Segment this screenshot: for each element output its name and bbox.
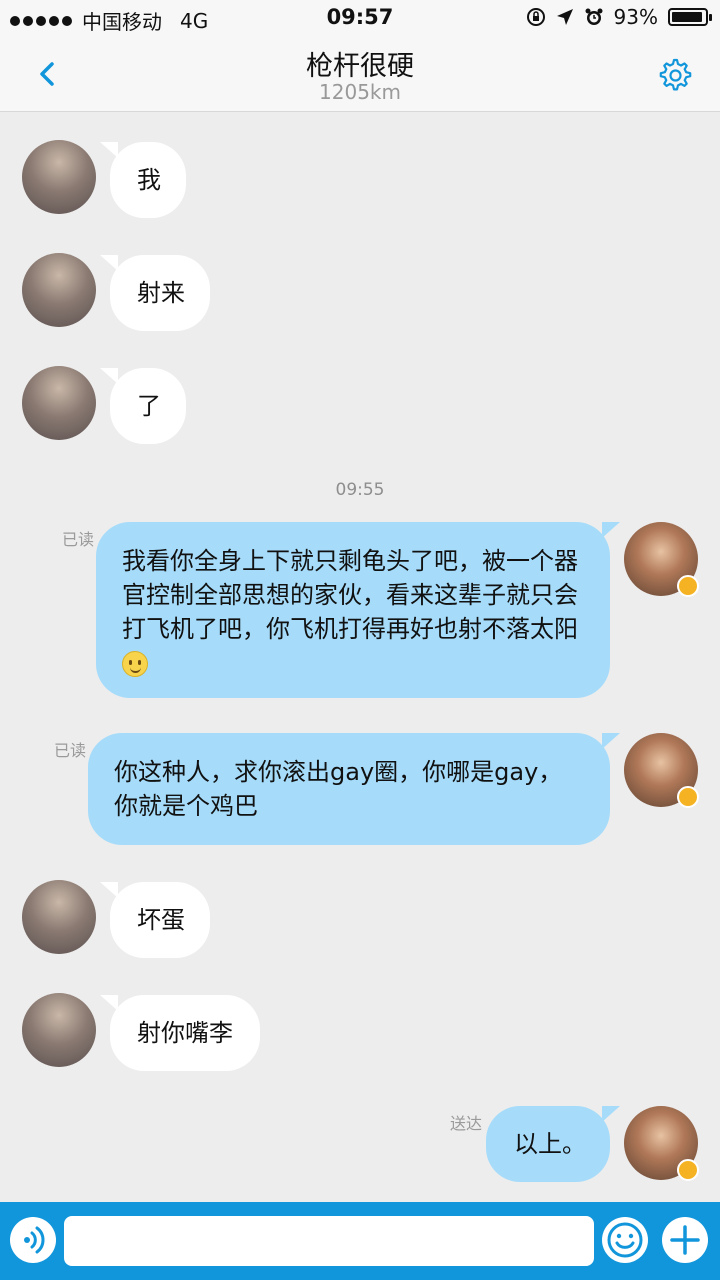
message-text: 射你嘴李 <box>137 1019 233 1047</box>
delivered-receipt: 送达 <box>450 1114 483 1133</box>
emoji-button[interactable] <box>602 1217 648 1263</box>
plus-button[interactable] <box>662 1217 708 1263</box>
location-arrow-icon <box>556 9 573 25</box>
message-text: 以上。 <box>514 1130 586 1158</box>
read-receipt: 已读 <box>54 741 87 760</box>
bubble-tail <box>100 142 118 158</box>
smile-emoji-icon <box>122 651 148 677</box>
contact-avatar[interactable] <box>22 993 96 1067</box>
incoming-message[interactable]: 射来 <box>100 255 210 331</box>
bubble-tail <box>602 733 620 749</box>
outgoing-message[interactable]: 以上。 <box>486 1106 620 1182</box>
battery-icon <box>668 8 712 26</box>
emoji-icon <box>607 1222 643 1258</box>
bubble-tail <box>100 995 118 1011</box>
gear-icon[interactable] <box>656 56 692 92</box>
verified-badge-icon <box>677 786 699 808</box>
bubble-tail <box>602 522 620 538</box>
message-text: 坏蛋 <box>137 906 185 934</box>
chat-header: 枪杆很硬 1205km <box>0 36 720 112</box>
incoming-message[interactable]: 射你嘴李 <box>100 995 260 1071</box>
contact-avatar[interactable] <box>22 140 96 214</box>
bubble-tail <box>100 368 118 384</box>
battery-fill <box>672 12 702 22</box>
verified-badge-icon <box>677 575 699 597</box>
input-bar <box>0 1202 720 1280</box>
incoming-message[interactable]: 我 <box>100 142 186 218</box>
message-text: 我看你全身上下就只剩龟头了吧，被一个器官控制全部思想的家伙，看来这辈子就只会打飞… <box>122 547 578 643</box>
read-receipt: 已读 <box>62 530 95 549</box>
status-right: 93% <box>526 5 712 29</box>
voice-button[interactable] <box>10 1217 56 1263</box>
message-text: 了 <box>137 392 161 420</box>
alarm-icon <box>585 8 603 25</box>
status-bar: 中国移动 4G 09:57 93% <box>0 0 720 36</box>
contact-name: 枪杆很硬 <box>306 51 414 82</box>
contact-avatar[interactable] <box>22 880 96 954</box>
plus-icon <box>670 1225 700 1255</box>
message-text: 我 <box>137 166 161 194</box>
bubble-tail <box>100 882 118 898</box>
message-timestamp: 09:55 <box>335 480 385 500</box>
message-input[interactable] <box>64 1216 594 1266</box>
incoming-message[interactable]: 坏蛋 <box>100 882 210 958</box>
incoming-message[interactable]: 了 <box>100 368 186 444</box>
voice-icon <box>24 1226 45 1254</box>
verified-badge-icon <box>677 1159 699 1181</box>
bubble-tail <box>100 255 118 271</box>
message-text: 你这种人，求你滚出gay圈，你哪是gay，你就是个鸡巴 <box>114 758 563 820</box>
battery-percent: 93% <box>613 5 658 29</box>
contact-avatar[interactable] <box>22 253 96 327</box>
bubble-tail <box>602 1106 620 1122</box>
contact-distance: 1205km <box>319 80 401 104</box>
contact-avatar[interactable] <box>22 366 96 440</box>
outgoing-message[interactable]: 我看你全身上下就只剩龟头了吧，被一个器官控制全部思想的家伙，看来这辈子就只会打飞… <box>96 522 620 698</box>
rotation-lock-icon <box>526 8 545 26</box>
outgoing-message[interactable]: 你这种人，求你滚出gay圈，你哪是gay，你就是个鸡巴 <box>88 733 620 845</box>
message-text: 射来 <box>137 279 185 307</box>
